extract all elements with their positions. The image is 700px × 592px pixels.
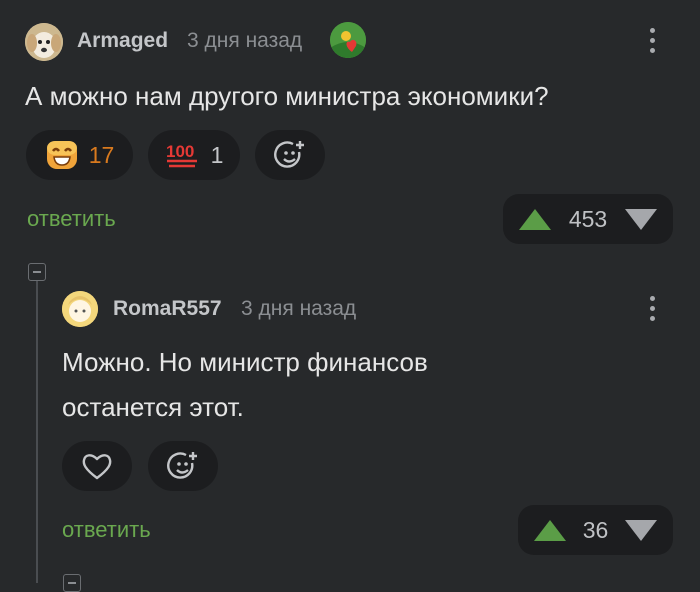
- score: 453: [568, 205, 608, 232]
- user-badge-icon: [330, 22, 366, 58]
- upvote-icon[interactable]: [519, 208, 551, 230]
- heart-icon: [82, 454, 112, 480]
- vote-panel: 453: [503, 194, 673, 244]
- vote-panel: 36: [518, 505, 673, 555]
- add-emoji-icon: [274, 141, 304, 168]
- score: 36: [582, 516, 609, 543]
- username[interactable]: Armaged: [77, 29, 168, 53]
- user-avatar[interactable]: [62, 291, 98, 327]
- thread-line[interactable]: [36, 281, 38, 583]
- add-reaction-button[interactable]: [255, 130, 325, 180]
- comment-text: А можно нам другого министра экономики?: [25, 81, 549, 111]
- dog-avatar-icon: [25, 23, 63, 61]
- reply-link[interactable]: ответить: [27, 206, 116, 232]
- like-button[interactable]: [62, 441, 132, 491]
- timestamp[interactable]: 3 дня назад: [241, 297, 356, 321]
- add-emoji-icon: [167, 452, 197, 479]
- upvote-icon[interactable]: [534, 519, 566, 541]
- timestamp[interactable]: 3 дня назад: [187, 29, 302, 53]
- hundred-points-icon: 100: [166, 142, 197, 168]
- more-options-icon[interactable]: [649, 28, 655, 53]
- downvote-icon[interactable]: [625, 208, 657, 230]
- reply-link[interactable]: ответить: [62, 517, 151, 543]
- username[interactable]: RomaR557: [113, 297, 222, 321]
- reaction-count: 1: [210, 141, 224, 168]
- more-options-icon[interactable]: [649, 296, 655, 321]
- user-avatar[interactable]: [25, 23, 63, 61]
- reaction-count: 17: [88, 141, 115, 168]
- reaction-hundred-button[interactable]: 100 1: [148, 130, 240, 180]
- add-reaction-button[interactable]: [148, 441, 218, 491]
- collapse-thread-button[interactable]: [63, 574, 81, 592]
- downvote-icon[interactable]: [625, 519, 657, 541]
- reaction-smiling-button[interactable]: 17: [26, 130, 133, 180]
- comment-text-line: останется этот.: [62, 392, 244, 422]
- svg-text:100: 100: [166, 142, 194, 161]
- smiling-face-icon: [46, 141, 77, 169]
- collapse-thread-button[interactable]: [28, 263, 46, 281]
- comment-text-line: Можно. Но министр финансов: [62, 347, 428, 377]
- character-avatar-icon: [62, 291, 98, 327]
